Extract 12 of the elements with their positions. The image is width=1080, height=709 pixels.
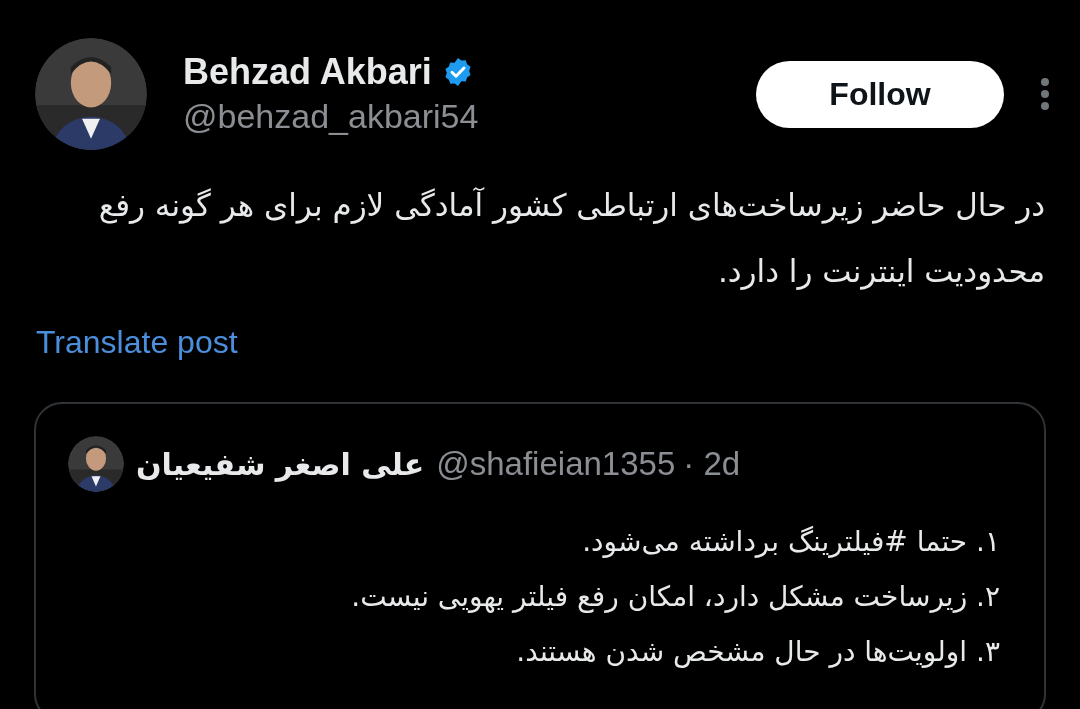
- quoted-text-line: ۱. حتما #فیلترینگ برداشته می‌شود.: [581, 524, 1000, 560]
- author-name: Behzad Akbari: [183, 50, 432, 94]
- post-text: در حال حاضر زیرساخت‌های ارتباطی کشور آمادگی لازم برای هر گونه رفع محدودیت اینترنت را دارد.: [97, 186, 1046, 292]
- more-options-icon[interactable]: [1040, 77, 1050, 111]
- quoted-text-line: ۲. زیرساخت مشکل دارد، امکان رفع فیلتر یهویی نیست.: [350, 579, 1000, 615]
- translate-link[interactable]: Translate post: [36, 318, 238, 366]
- quoted-author-handle: @shafieian1355: [436, 444, 676, 485]
- quoted-text-line: ۳. اولویت‌ها در حال مشخص شدن هستند.: [515, 634, 1000, 670]
- follow-button[interactable]: Follow: [756, 60, 1004, 128]
- post-time: · 2d: [683, 444, 741, 485]
- quoted-author-name: علی اصغر شفیعیان: [136, 445, 425, 484]
- author-handle: @behzad_akbari54: [183, 96, 479, 137]
